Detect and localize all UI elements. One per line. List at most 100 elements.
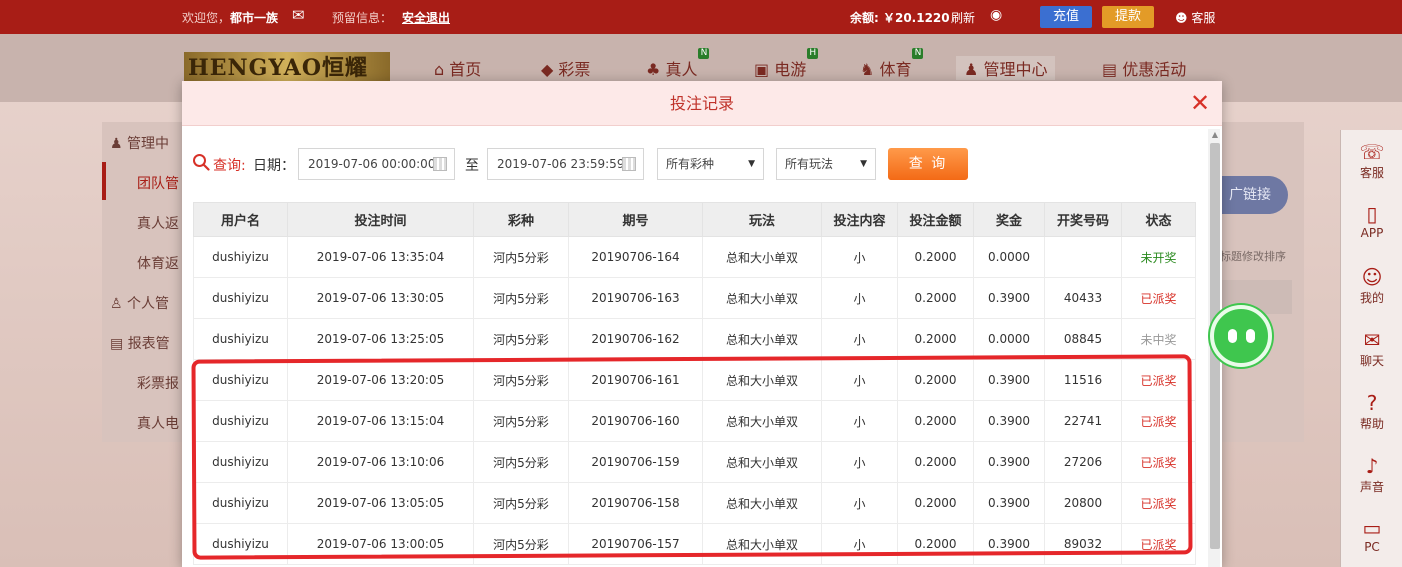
logout-link[interactable]: 安全退出 bbox=[402, 9, 450, 26]
cell-amount: 0.2000 bbox=[897, 441, 974, 483]
close-icon[interactable]: ✕ bbox=[1188, 91, 1212, 116]
calendar-icon[interactable] bbox=[622, 157, 636, 171]
nav-home[interactable]: ⌂ 首页 bbox=[434, 56, 481, 80]
play-type-select[interactable]: 所有玩法 ▼ bbox=[776, 148, 876, 180]
table-row[interactable]: dushiyizu 2019-07-06 13:30:05 河内5分彩 2019070… bbox=[193, 277, 1196, 319]
nav-promotions[interactable]: ▤ 优惠活动 bbox=[1102, 56, 1186, 80]
cell-amount: 0.2000 bbox=[897, 277, 974, 319]
sidebar-item-live-rebate[interactable]: 真人返 bbox=[137, 213, 179, 233]
rail-chat[interactable]: ✉ 聊天 bbox=[1341, 328, 1402, 369]
cell-play: 总和大小单双 bbox=[702, 359, 822, 401]
col-header[interactable]: 用户名 bbox=[193, 202, 288, 237]
cell-lottery: 河内5分彩 bbox=[473, 482, 569, 524]
col-header[interactable]: 状态 bbox=[1121, 202, 1196, 237]
sidebar-item-personal[interactable]: ♙ 个人管 bbox=[110, 293, 169, 313]
cell-amount: 0.2000 bbox=[897, 318, 974, 360]
rail-service[interactable]: ☏ 客服 bbox=[1341, 140, 1402, 181]
nav-live[interactable]: ♣ 真人 N bbox=[646, 48, 710, 80]
col-header[interactable]: 开奖号码 bbox=[1044, 202, 1122, 237]
search-icon bbox=[193, 154, 210, 171]
floating-chat-button[interactable] bbox=[1210, 305, 1272, 367]
cell-status: 已派奖 bbox=[1121, 359, 1196, 401]
nav-sports[interactable]: ♞ 体育 N bbox=[860, 48, 924, 80]
col-header[interactable]: 期号 bbox=[568, 202, 703, 237]
col-header[interactable]: 彩种 bbox=[473, 202, 569, 237]
calendar-icon[interactable] bbox=[433, 157, 447, 171]
lottery-type-select[interactable]: 所有彩种 ▼ bbox=[657, 148, 764, 180]
rail-help[interactable]: ? 帮助 bbox=[1341, 391, 1402, 432]
headset-icon: ☻ bbox=[1175, 11, 1188, 25]
col-header[interactable]: 投注时间 bbox=[287, 202, 474, 237]
cell-draw-number bbox=[1044, 236, 1122, 278]
cell-content: 小 bbox=[821, 236, 898, 278]
table-row[interactable]: dushiyizu 2019-07-06 13:05:05 河内5分彩 2019070… bbox=[193, 482, 1196, 524]
rail-mine[interactable]: ☺ 我的 bbox=[1341, 265, 1402, 306]
cell-issue: 20190706-157 bbox=[568, 523, 703, 565]
cell-username: dushiyizu bbox=[193, 400, 288, 442]
query-bar: 查询: 日期： 2019-07-06 00:00:00 至 2019-07-06… bbox=[192, 148, 1182, 180]
lottery-icon: ◆ bbox=[541, 60, 554, 79]
chevron-down-icon: ▼ bbox=[860, 159, 867, 169]
cell-amount: 0.2000 bbox=[897, 359, 974, 401]
sidebar-item-team[interactable]: 团队管 bbox=[137, 173, 179, 193]
table-row[interactable]: dushiyizu 2019-07-06 13:20:05 河内5分彩 2019070… bbox=[193, 359, 1196, 401]
cell-content: 小 bbox=[821, 400, 898, 442]
table-row[interactable]: dushiyizu 2019-07-06 13:10:06 河内5分彩 2019070… bbox=[193, 441, 1196, 483]
site-logo[interactable]: HENGYAO恒耀 bbox=[184, 52, 390, 84]
new-badge: N bbox=[698, 48, 710, 59]
cell-draw-number: 89032 bbox=[1044, 523, 1122, 565]
cell-username: dushiyizu bbox=[193, 523, 288, 565]
eye-icon[interactable]: ◉ bbox=[990, 7, 1002, 23]
mail-icon[interactable]: ✉ bbox=[292, 6, 305, 24]
withdraw-button[interactable]: 提款 bbox=[1102, 6, 1154, 28]
service-link[interactable]: ☻ 客服 bbox=[1175, 9, 1215, 26]
sidebar-item-manage[interactable]: ♟ 管理中 bbox=[110, 133, 169, 153]
table-row[interactable]: dushiyizu 2019-07-06 13:35:04 河内5分彩 2019070… bbox=[193, 236, 1196, 278]
sidebar-item-report[interactable]: ▤ 报表管 bbox=[110, 333, 170, 353]
sidebar-item-sport-rebate[interactable]: 体育返 bbox=[137, 253, 179, 273]
welcome-text: 欢迎您，都市一族 bbox=[182, 11, 279, 25]
cell-username: dushiyizu bbox=[193, 277, 288, 319]
cell-content: 小 bbox=[821, 441, 898, 483]
message-label: 预留信息： bbox=[332, 11, 393, 25]
col-header[interactable]: 投注金额 bbox=[897, 202, 974, 237]
sidebar-item-lottery-report[interactable]: 彩票报 bbox=[137, 373, 179, 393]
sidebar-item-live-report[interactable]: 真人电 bbox=[137, 413, 179, 433]
cell-lottery: 河内5分彩 bbox=[473, 441, 569, 483]
cell-status: 未开奖 bbox=[1121, 236, 1196, 278]
col-header[interactable]: 投注内容 bbox=[821, 202, 898, 237]
recharge-button[interactable]: 充值 bbox=[1040, 6, 1092, 28]
scroll-up-icon[interactable]: ▲ bbox=[1210, 130, 1220, 140]
table-row[interactable]: dushiyizu 2019-07-06 13:25:05 河内5分彩 2019070… bbox=[193, 318, 1196, 360]
chevron-down-icon: ▼ bbox=[748, 159, 755, 169]
bet-records-modal: 投注记录 ✕ 查询: 日期： 2019-07-06 00:00:00 至 201… bbox=[182, 81, 1222, 567]
cell-lottery: 河内5分彩 bbox=[473, 400, 569, 442]
rail-pc[interactable]: ▭ PC bbox=[1341, 516, 1402, 554]
date-from-input[interactable]: 2019-07-06 00:00:00 bbox=[298, 148, 455, 180]
col-header[interactable]: 奖金 bbox=[973, 202, 1045, 237]
promo-link-button[interactable]: 广链接 bbox=[1212, 176, 1288, 214]
cell-username: dushiyizu bbox=[193, 318, 288, 360]
table-row[interactable]: dushiyizu 2019-07-06 13:00:05 河内5分彩 2019070… bbox=[193, 523, 1196, 565]
nav-lottery[interactable]: ◆ 彩票 bbox=[541, 56, 590, 80]
pc-icon: ▭ bbox=[1362, 516, 1382, 540]
cell-lottery: 河内5分彩 bbox=[473, 359, 569, 401]
cell-lottery: 河内5分彩 bbox=[473, 523, 569, 565]
cell-amount: 0.2000 bbox=[897, 523, 974, 565]
cell-content: 小 bbox=[821, 482, 898, 524]
nav-management[interactable]: ♟ 管理中心 bbox=[956, 56, 1056, 80]
col-header[interactable]: 玩法 bbox=[702, 202, 822, 237]
rail-app[interactable]: ▯ APP bbox=[1341, 202, 1402, 240]
nav-slots[interactable]: ▣ 电游 H bbox=[754, 48, 819, 80]
table-row[interactable]: dushiyizu 2019-07-06 13:15:04 河内5分彩 2019070… bbox=[193, 400, 1196, 442]
date-to-input[interactable]: 2019-07-06 23:59:59 bbox=[487, 148, 644, 180]
cell-username: dushiyizu bbox=[193, 441, 288, 483]
to-label: 至 bbox=[465, 158, 479, 174]
cell-status: 已派奖 bbox=[1121, 482, 1196, 524]
rail-sound[interactable]: ♪ 声音 bbox=[1341, 454, 1402, 495]
cell-bet-time: 2019-07-06 13:35:04 bbox=[287, 236, 474, 278]
query-button[interactable]: 查 询 bbox=[888, 148, 968, 180]
help-icon: ? bbox=[1366, 391, 1378, 415]
refresh-link[interactable]: 刷新 bbox=[951, 9, 975, 26]
modal-title: 投注记录 bbox=[669, 94, 734, 113]
